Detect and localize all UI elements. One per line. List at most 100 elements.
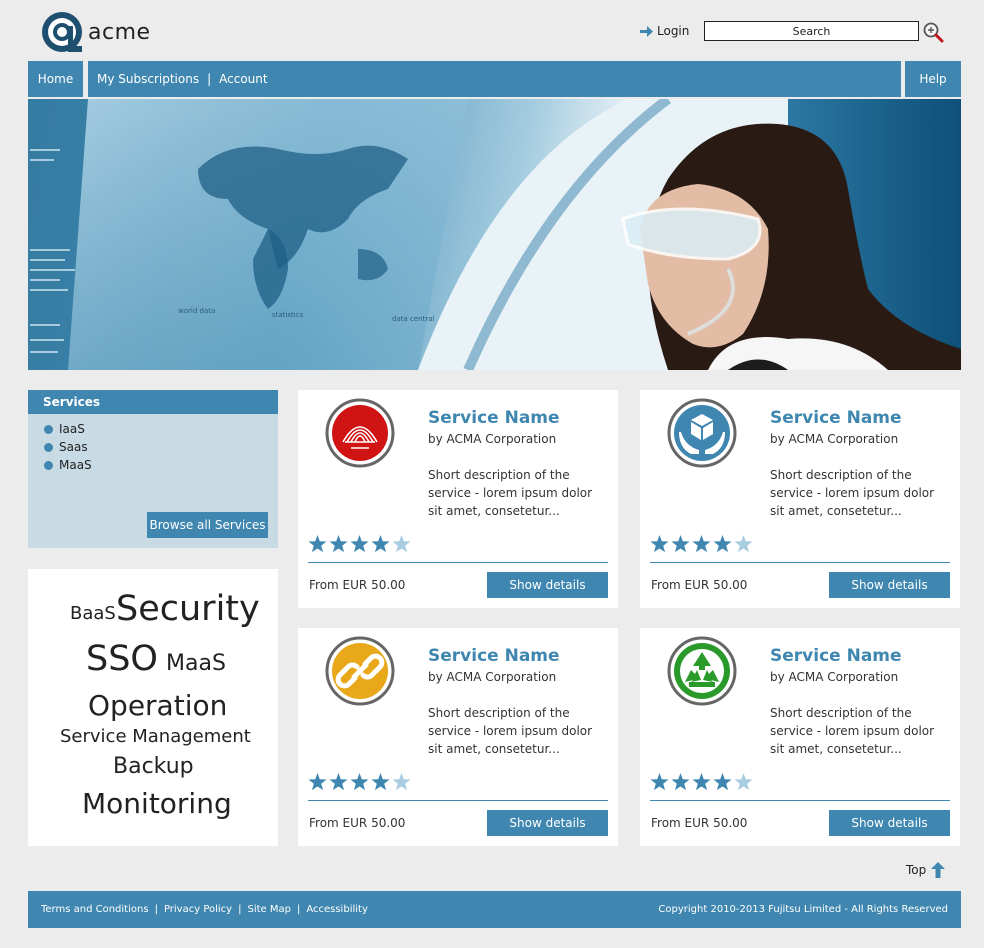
nav-account-link[interactable]: Account bbox=[219, 72, 267, 86]
star-filled-icon bbox=[350, 535, 369, 553]
service-price: From EUR 50.00 bbox=[651, 578, 748, 592]
service-description: Short description of the service - lorem… bbox=[428, 468, 593, 518]
browse-all-services-button[interactable]: Browse all Services bbox=[147, 512, 268, 538]
chain-link-icon[interactable] bbox=[325, 636, 395, 706]
footer-link-privacy[interactable]: Privacy Policy bbox=[164, 904, 232, 915]
star-filled-icon bbox=[713, 535, 732, 553]
bullet-icon bbox=[44, 424, 53, 434]
star-filled-icon bbox=[650, 773, 669, 791]
service-price: From EUR 50.00 bbox=[309, 578, 406, 592]
services-item-iaas[interactable]: IaaS bbox=[44, 420, 278, 438]
star-filled-icon bbox=[692, 535, 711, 553]
tag-link[interactable]: SSO bbox=[86, 639, 158, 679]
star-filled-icon bbox=[371, 773, 390, 791]
service-description: Short description of the service - lorem… bbox=[770, 468, 935, 518]
nav-main: My Subscriptions | Account bbox=[88, 61, 901, 97]
service-title[interactable]: Service Name bbox=[428, 646, 560, 666]
tag-link[interactable]: Service Management bbox=[60, 726, 251, 747]
hero-screen-text: data central bbox=[392, 315, 434, 323]
star-filled-icon bbox=[350, 773, 369, 791]
nav-home: Home bbox=[28, 61, 83, 97]
nav-help-link[interactable]: Help bbox=[919, 72, 946, 86]
login-link[interactable]: Login bbox=[640, 24, 689, 38]
star-filled-icon bbox=[371, 535, 390, 553]
show-details-button[interactable]: Show details bbox=[487, 572, 608, 598]
services-panel: Services IaaS Saas MaaS Browse all Servi… bbox=[28, 390, 278, 548]
star-empty-icon bbox=[392, 773, 411, 791]
nav-subscriptions-link[interactable]: My Subscriptions bbox=[97, 72, 199, 86]
arrow-up-icon bbox=[931, 862, 946, 878]
service-title[interactable]: Service Name bbox=[770, 646, 902, 666]
services-title: Services bbox=[28, 390, 278, 414]
at-sign-logo-icon bbox=[42, 12, 82, 52]
tag-link[interactable]: Monitoring bbox=[82, 787, 232, 820]
star-filled-icon bbox=[671, 773, 690, 791]
service-price: From EUR 50.00 bbox=[651, 816, 748, 830]
card-divider bbox=[308, 562, 608, 563]
footer-link-sitemap[interactable]: Site Map bbox=[247, 904, 290, 915]
show-details-button[interactable]: Show details bbox=[829, 810, 950, 836]
service-card: Service Name by ACMA Corporation Short d… bbox=[298, 390, 618, 608]
nav-separator: | bbox=[207, 72, 212, 86]
service-description: Short description of the service - lorem… bbox=[428, 706, 593, 756]
logo[interactable]: acme bbox=[40, 10, 151, 54]
tag-link[interactable]: MaaS bbox=[166, 651, 226, 676]
tag-link[interactable]: Backup bbox=[113, 754, 194, 779]
magnifier-icon[interactable] bbox=[922, 21, 944, 43]
card-divider bbox=[650, 800, 950, 801]
recycle-icon[interactable] bbox=[667, 636, 737, 706]
services-item-maas[interactable]: MaaS bbox=[44, 456, 278, 474]
service-card: Service Name by ACMA Corporation Short d… bbox=[640, 628, 960, 846]
card-divider bbox=[650, 562, 950, 563]
login-label: Login bbox=[657, 24, 690, 38]
hero-screen-text: world data bbox=[178, 307, 215, 315]
nav-help: Help bbox=[905, 61, 961, 97]
star-rating bbox=[650, 535, 755, 553]
star-filled-icon bbox=[308, 773, 327, 791]
star-filled-icon bbox=[308, 535, 327, 553]
services-item-label: MaaS bbox=[59, 458, 92, 472]
hero-screen-text: statistics bbox=[272, 311, 304, 319]
footer-separator: | bbox=[238, 904, 242, 915]
logo-text: acme bbox=[88, 19, 151, 45]
star-rating bbox=[308, 773, 413, 791]
star-empty-icon bbox=[734, 535, 753, 553]
service-card: Service Name by ACMA Corporation Short d… bbox=[298, 628, 618, 846]
card-divider bbox=[308, 800, 608, 801]
spring-icon[interactable] bbox=[325, 398, 395, 468]
service-title[interactable]: Service Name bbox=[428, 408, 560, 428]
services-list: IaaS Saas MaaS bbox=[28, 414, 278, 474]
copyright-text: Copyright 2010-2013 Fujitsu Limited - Al… bbox=[658, 904, 948, 915]
hero-illustration: world data statistics data central bbox=[28, 99, 961, 370]
service-price: From EUR 50.00 bbox=[309, 816, 406, 830]
star-empty-icon bbox=[734, 773, 753, 791]
back-to-top-link[interactable]: Top bbox=[906, 862, 946, 878]
star-filled-icon bbox=[650, 535, 669, 553]
service-vendor: by ACMA Corporation bbox=[770, 432, 899, 446]
footer-link-terms[interactable]: Terms and Conditions bbox=[41, 904, 149, 915]
service-title[interactable]: Service Name bbox=[770, 408, 902, 428]
tag-cloud: BaaS Security SSO MaaS Operation Service… bbox=[28, 569, 278, 846]
service-vendor: by ACMA Corporation bbox=[428, 432, 557, 446]
service-description: Short description of the service - lorem… bbox=[770, 706, 935, 756]
tag-link[interactable]: Security bbox=[116, 589, 260, 629]
search-input[interactable] bbox=[704, 21, 919, 41]
service-card: Service Name by ACMA Corporation Short d… bbox=[640, 390, 960, 608]
hero-banner: world data statistics data central bbox=[28, 99, 961, 370]
star-rating bbox=[650, 773, 755, 791]
services-item-saas[interactable]: Saas bbox=[44, 438, 278, 456]
star-filled-icon bbox=[713, 773, 732, 791]
box-hands-icon[interactable] bbox=[667, 398, 737, 468]
star-filled-icon bbox=[692, 773, 711, 791]
show-details-button[interactable]: Show details bbox=[487, 810, 608, 836]
bullet-icon bbox=[44, 442, 53, 452]
nav-home-link[interactable]: Home bbox=[38, 72, 73, 86]
tag-link[interactable]: Operation bbox=[88, 689, 227, 722]
show-details-button[interactable]: Show details bbox=[829, 572, 950, 598]
star-filled-icon bbox=[329, 773, 348, 791]
star-rating bbox=[308, 535, 413, 553]
tag-link[interactable]: BaaS bbox=[70, 603, 116, 624]
footer-link-accessibility[interactable]: Accessibility bbox=[306, 904, 368, 915]
star-empty-icon bbox=[392, 535, 411, 553]
arrow-right-icon bbox=[640, 25, 653, 37]
